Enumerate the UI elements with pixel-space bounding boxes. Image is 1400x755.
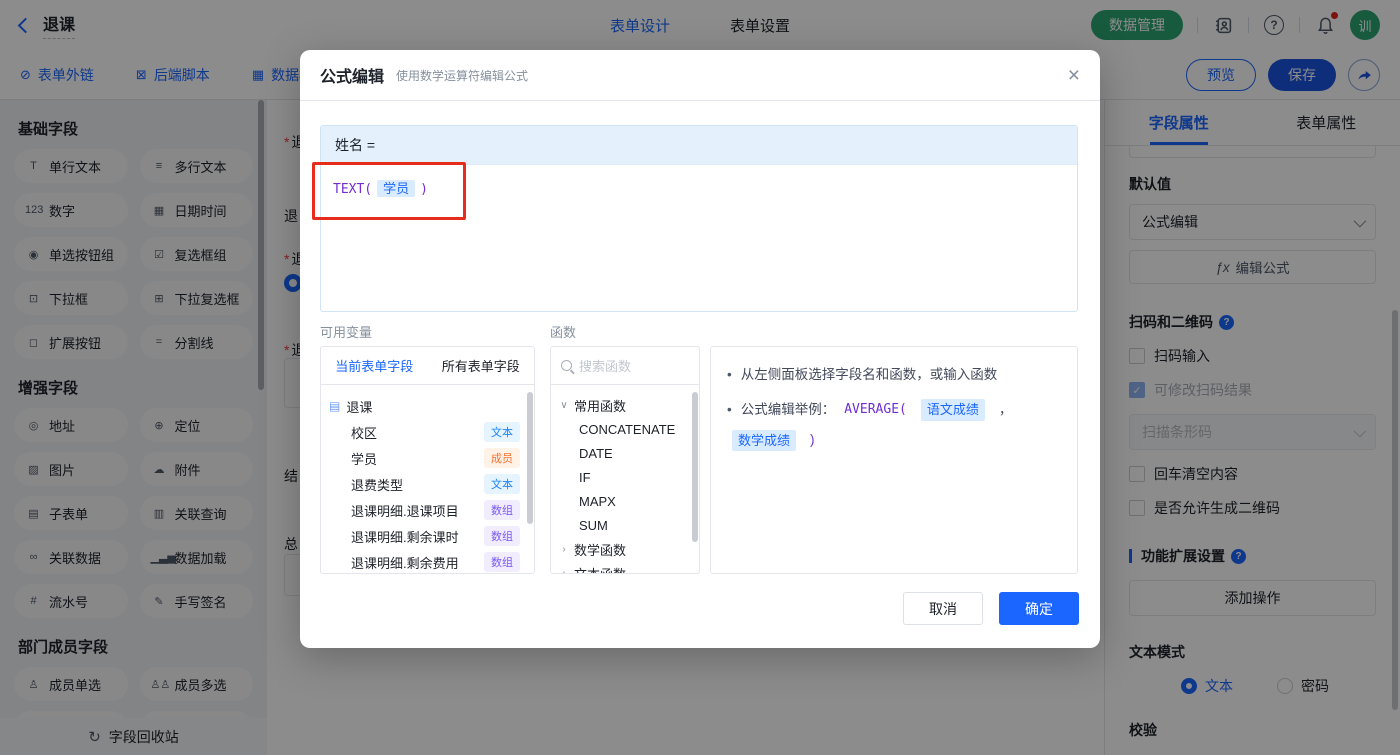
variables-tabs: 当前表单字段 所有表单字段: [321, 347, 534, 385]
variables-tab[interactable]: 所有表单字段: [428, 347, 535, 384]
variable-field-row[interactable]: 退费类型 文本: [329, 471, 528, 497]
function-group-name: 数学函数: [574, 542, 627, 558]
help-line-2: 公式编辑举例： AVERAGE( 语文成绩 ， 数学成绩 ): [727, 399, 1061, 452]
variable-field-name: 退课明细.剩余课时: [351, 529, 459, 545]
help-example-comma: ，: [998, 401, 1013, 417]
function-search-placeholder: 搜索函数: [579, 359, 632, 374]
formula-function-token: TEXT(: [333, 182, 373, 197]
variable-field-name: 校区: [351, 425, 378, 441]
help-example-chip-1: 语文成绩: [920, 399, 985, 421]
variable-field-name: 学员: [351, 451, 378, 467]
function-group-row[interactable]: › 数学函数: [559, 537, 695, 561]
variable-field-name: 退课明细.剩余费用: [351, 555, 459, 571]
document-icon: ▤: [329, 399, 341, 413]
variable-type-badge: 数组: [484, 526, 520, 546]
function-group-row[interactable]: › 文本函数: [559, 561, 695, 574]
variable-type-badge: 成员: [484, 448, 520, 468]
modal-subtitle: 使用数学运算符编辑公式: [396, 68, 529, 83]
formula-target: 姓名 =: [321, 126, 1077, 165]
variables-list: ▤ 退课 校区 文本 学员 成员 退费类型 文本 退课明细.退课项目 数组 退课明细.剩余课时 数组退…: [321, 385, 534, 573]
help-example-prefix: 公式编辑举例：: [740, 401, 836, 417]
function-search[interactable]: 搜索函数: [551, 347, 699, 385]
variable-form-row[interactable]: ▤ 退课: [329, 393, 528, 419]
search-icon: [561, 360, 572, 371]
help-example-chip-2: 数学成绩: [732, 429, 797, 452]
function-group-name: 常用函数: [574, 398, 627, 414]
function-item[interactable]: DATE: [559, 441, 695, 465]
function-item[interactable]: CONCATENATE: [559, 417, 695, 441]
modal-title: 公式编辑: [320, 69, 385, 86]
formula-field-chip[interactable]: 学员: [377, 180, 416, 197]
variable-type-badge: 数组: [484, 552, 520, 572]
close-icon[interactable]: ×: [1068, 65, 1080, 86]
variable-field-name: 退课明细.退课项目: [351, 503, 459, 519]
variable-type-badge: 数组: [484, 500, 520, 520]
cancel-button[interactable]: 取消: [903, 592, 983, 625]
variable-field-name: 退费类型: [351, 477, 404, 493]
modal-header: 公式编辑 使用数学运算符编辑公式 ×: [300, 50, 1100, 101]
chevron-right-icon: ›: [562, 567, 566, 574]
function-item[interactable]: MAPX: [559, 489, 695, 513]
function-item[interactable]: IF: [559, 465, 695, 489]
variable-field-row[interactable]: 退课明细.剩余课时 数组: [329, 523, 528, 549]
variable-field-row[interactable]: 校区 文本: [329, 419, 528, 445]
variables-scrollbar[interactable]: [527, 392, 533, 524]
help-example-close: ): [810, 432, 815, 448]
functions-list: ∨ 常用函数 CONCATENATE DATE IF MAPX SUM › 数学函数 › 文本函数: [551, 385, 699, 574]
chevron-down-icon: ∨: [560, 399, 568, 411]
formula-close-paren: ): [420, 182, 428, 197]
function-item[interactable]: SUM: [559, 513, 695, 537]
help-panel: 从左侧面板选择字段名和函数，或输入函数 公式编辑举例： AVERAGE( 语文成…: [710, 346, 1078, 574]
variable-field-row[interactable]: 退课明细.剩余费用 数组: [329, 549, 528, 573]
variables-tab[interactable]: 当前表单字段: [321, 347, 428, 384]
confirm-button[interactable]: 确定: [999, 592, 1079, 625]
formula-editor-box[interactable]: 姓名 = TEXT( 学员): [320, 125, 1078, 312]
formula-editor-modal: 公式编辑 使用数学运算符编辑公式 × 姓名 = TEXT( 学员) 可用变量 函数…: [300, 50, 1100, 648]
help-example-fn: AVERAGE(: [844, 402, 907, 418]
variables-panel: 当前表单字段 所有表单字段 ▤ 退课 校区 文本 学员 成员 退费类型 文本 退课明细.退课项目数…: [320, 346, 535, 574]
functions-label: 函数: [550, 325, 577, 340]
help-line-1-text: 从左侧面板选择字段名和函数，或输入函数: [740, 367, 998, 382]
variable-type-badge: 文本: [484, 422, 520, 442]
functions-panel: 搜索函数 ∨ 常用函数 CONCATENATE DATE IF MAPX SUM › 数学函数 ›…: [550, 346, 700, 574]
help-line-1: 从左侧面板选择字段名和函数，或输入函数: [727, 365, 1061, 385]
functions-scrollbar[interactable]: [692, 392, 698, 542]
variables-label: 可用变量: [320, 325, 373, 340]
variable-field-row[interactable]: 退课明细.退课项目 数组: [329, 497, 528, 523]
function-group-row[interactable]: ∨ 常用函数: [559, 393, 695, 417]
variable-type-badge: 文本: [484, 474, 520, 494]
formula-expression[interactable]: TEXT( 学员): [321, 165, 1077, 210]
function-group-name: 文本函数: [574, 566, 627, 574]
chevron-right-icon: ›: [562, 543, 566, 555]
variable-field-row[interactable]: 学员 成员: [329, 445, 528, 471]
variable-form-name: 退课: [346, 399, 373, 415]
